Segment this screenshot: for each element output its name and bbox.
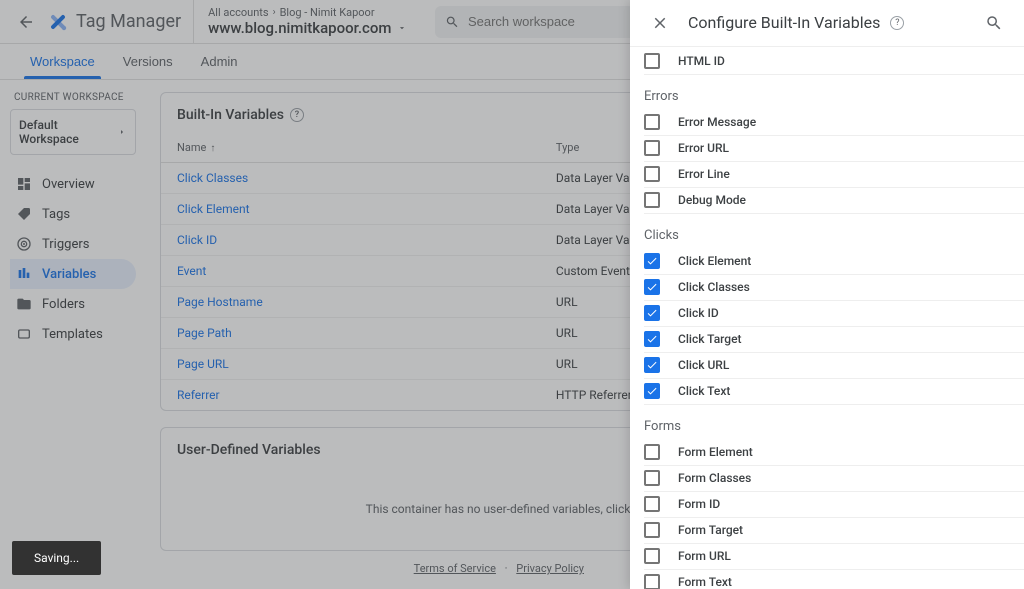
variable-toggle-label: Form Element: [678, 445, 753, 459]
panel-header: Configure Built-In Variables ?: [630, 0, 1024, 47]
variable-toggle-row[interactable]: Click Classes: [644, 275, 1024, 301]
help-icon[interactable]: ?: [890, 16, 904, 30]
panel-title: Configure Built-In Variables: [688, 13, 880, 32]
checkbox[interactable]: [644, 166, 660, 182]
variable-toggle-row[interactable]: Click Element: [644, 249, 1024, 275]
variable-toggle-label: Click Target: [678, 332, 742, 346]
checkbox[interactable]: [644, 140, 660, 156]
variable-toggle-label: Form Target: [678, 523, 743, 537]
variable-toggle-label: Click Classes: [678, 280, 750, 294]
variable-toggle-row[interactable]: Error Line: [644, 162, 1024, 188]
variable-toggle-row[interactable]: Click Target: [644, 327, 1024, 353]
variable-toggle-label: Form ID: [678, 497, 720, 511]
saving-toast: Saving...: [12, 541, 101, 575]
variable-group-title: Forms: [644, 405, 1024, 440]
panel-body: HTML ID Errors Error Message Error URL Error…: [630, 47, 1024, 589]
variable-toggle-row[interactable]: Form URL: [644, 544, 1024, 570]
search-icon: [985, 14, 1003, 32]
variable-toggle-label: Click Text: [678, 384, 730, 398]
checkbox[interactable]: [644, 357, 660, 373]
variable-toggle-row[interactable]: Click Text: [644, 379, 1024, 405]
checkbox[interactable]: [644, 522, 660, 538]
variable-toggle-label: Error Line: [678, 167, 730, 181]
checkbox[interactable]: [644, 279, 660, 295]
checkbox[interactable]: [644, 548, 660, 564]
checkbox[interactable]: [644, 192, 660, 208]
variable-toggle-label: Error Message: [678, 115, 756, 129]
checkbox[interactable]: [644, 444, 660, 460]
checkbox[interactable]: [644, 470, 660, 486]
variable-toggle-label: HTML ID: [678, 54, 725, 68]
close-icon: [651, 14, 669, 32]
variable-toggle-row[interactable]: HTML ID: [644, 49, 1024, 75]
checkbox[interactable]: [644, 383, 660, 399]
checkbox[interactable]: [644, 53, 660, 69]
variable-toggle-row[interactable]: Error Message: [644, 110, 1024, 136]
variable-toggle-row[interactable]: Form Text: [644, 570, 1024, 589]
variable-toggle-row[interactable]: Click URL: [644, 353, 1024, 379]
variable-toggle-row[interactable]: Form ID: [644, 492, 1024, 518]
configure-builtin-panel: Configure Built-In Variables ? HTML ID Er…: [630, 0, 1024, 589]
variable-toggle-label: Form Classes: [678, 471, 751, 485]
variable-group-title: Clicks: [644, 214, 1024, 249]
variable-toggle-label: Form URL: [678, 549, 731, 563]
variable-toggle-label: Click ID: [678, 306, 719, 320]
variable-toggle-label: Error URL: [678, 141, 729, 155]
checkbox[interactable]: [644, 574, 660, 589]
variable-toggle-row[interactable]: Click ID: [644, 301, 1024, 327]
variable-toggle-label: Click URL: [678, 358, 729, 372]
close-panel-button[interactable]: [642, 5, 678, 41]
variable-group-title: Errors: [644, 75, 1024, 110]
checkbox[interactable]: [644, 305, 660, 321]
variable-toggle-row[interactable]: Debug Mode: [644, 188, 1024, 214]
panel-search-button[interactable]: [976, 5, 1012, 41]
variable-toggle-row[interactable]: Form Element: [644, 440, 1024, 466]
checkbox[interactable]: [644, 114, 660, 130]
checkbox[interactable]: [644, 496, 660, 512]
app-root: { "header": { "product": "Tag Manager", …: [0, 0, 1024, 589]
variable-toggle-label: Click Element: [678, 254, 751, 268]
variable-toggle-label: Debug Mode: [678, 193, 746, 207]
variable-toggle-row[interactable]: Form Target: [644, 518, 1024, 544]
variable-toggle-row[interactable]: Form Classes: [644, 466, 1024, 492]
checkbox[interactable]: [644, 253, 660, 269]
checkbox[interactable]: [644, 331, 660, 347]
variable-toggle-label: Form Text: [678, 575, 732, 589]
variable-toggle-row[interactable]: Error URL: [644, 136, 1024, 162]
